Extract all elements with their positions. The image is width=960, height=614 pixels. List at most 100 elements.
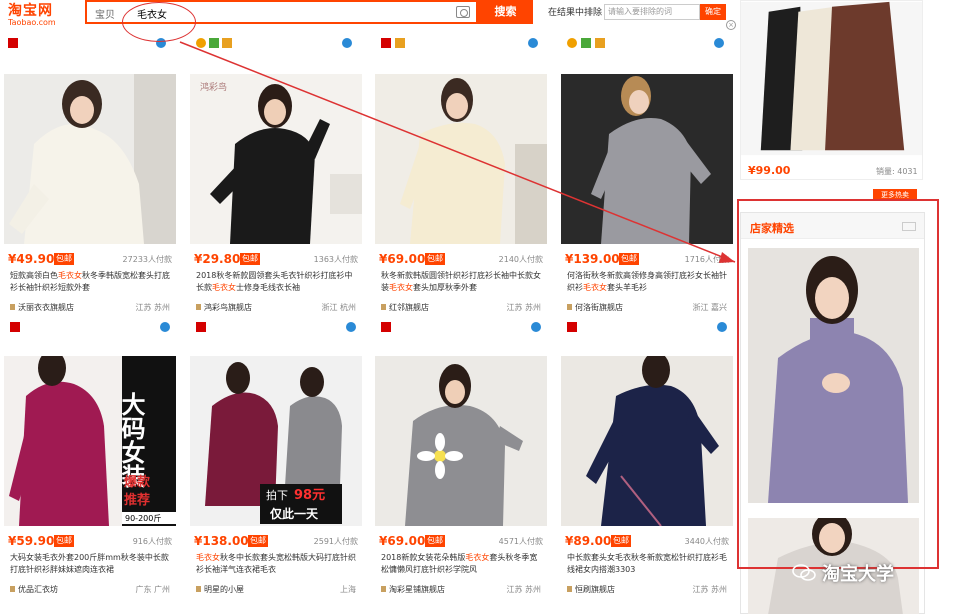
search-button[interactable]: 搜索 — [478, 0, 533, 24]
exclude-input[interactable]: 请输入要排除的词 — [604, 4, 700, 20]
shop-name[interactable]: 红邻旗舰店 — [381, 302, 429, 313]
watermark-text: 淘宝大学 — [822, 564, 894, 585]
guarantee-icon — [581, 38, 591, 48]
wangwang-icon[interactable] — [528, 38, 538, 48]
tmall-icon — [8, 38, 18, 48]
product-title[interactable]: 2018新款女装花朵韩版毛衣女套头秋冬季宽松慵懒风打底针织衫学院风 — [381, 552, 543, 578]
product-title[interactable]: 2018秋冬新款圆领套头毛衣针织衫打底衫中长款毛衣女士修身毛线衣长袖 — [196, 270, 358, 296]
shop-name[interactable]: 淘彩星铺旗舰店 — [381, 584, 445, 595]
price: ¥138.00 — [194, 534, 249, 548]
sales-count: 3440人付款 — [684, 537, 729, 546]
promo-hot-1: 爆款 — [124, 474, 151, 490]
product-title[interactable]: 短款高领白色毛衣女秋冬季韩版宽松套头打底衫长袖针织衫短款外套 — [10, 270, 172, 296]
product-image[interactable]: 拍下 98元 仅此一天 — [190, 356, 362, 526]
product-image[interactable] — [375, 356, 547, 526]
product-title[interactable]: 毛衣女秋冬中长款套头宽松韩版大码打底针织衫长袖洋气连衣裙毛衣 — [196, 552, 358, 578]
taobao-logo[interactable]: 淘宝网 Taobao.com — [8, 0, 70, 27]
free-shipping-badge: 包邮 — [248, 535, 268, 547]
title-keyword: 毛衣女 — [196, 553, 220, 562]
search-results-page: 淘宝网 Taobao.com 宝贝 毛衣女 搜索 在结果中排除 请输入要排除的词… — [0, 0, 960, 614]
title-text: 秋冬中长款套头宽松韩版大码打底针织衫长袖洋气连衣裙毛衣 — [196, 553, 356, 574]
recommended-product-card[interactable] — [740, 0, 923, 180]
wechat-icon — [792, 564, 816, 581]
free-shipping-badge: 包邮 — [425, 535, 445, 547]
title-keyword: 毛衣女 — [583, 283, 607, 292]
product-image[interactable] — [4, 74, 176, 244]
shop-name[interactable]: 明星的小屋 — [196, 584, 244, 595]
title-text: 套头加厚秋季外套 — [413, 283, 477, 292]
sales-count: 4571人付款 — [498, 537, 543, 546]
tmall-icon — [10, 322, 20, 332]
sales-count: 2591人付款 — [313, 537, 358, 546]
shop-name[interactable]: 何洛街旗舰店 — [567, 302, 623, 313]
product-photo: 大码女装 爆款 推荐 90-200斤 — [4, 356, 176, 526]
product-photo — [561, 74, 733, 244]
wangwang-icon[interactable] — [160, 322, 170, 332]
product-card[interactable]: 大码女装 爆款 推荐 90-200斤 ¥59.90 包邮 916人付款 大码女装… — [4, 356, 176, 614]
wangwang-icon[interactable] — [342, 38, 352, 48]
crown-icon — [196, 38, 206, 48]
product-title[interactable]: 中长款套头女毛衣秋冬新款宽松针织打底衫毛线裙女内搭潮3303 — [567, 552, 729, 578]
title-keyword: 毛衣女 — [58, 271, 82, 280]
cert-icon — [222, 38, 232, 48]
price: ¥69.00 — [379, 534, 426, 548]
camera-icon[interactable] — [456, 6, 470, 18]
search-tab-items[interactable]: 宝贝 — [95, 6, 115, 21]
logo-main-text: 淘宝网 — [8, 3, 53, 19]
product-card[interactable]: ¥69.00 包邮 4571人付款 2018新款女装花朵韩版毛衣女套头秋冬季宽松… — [375, 356, 547, 614]
product-photo: 拍下 98元 仅此一天 — [190, 356, 362, 526]
deal-prefix: 拍下 — [266, 488, 288, 502]
sales-count: 916人付款 — [132, 537, 172, 546]
product-card[interactable]: ¥69.00 包邮 2140人付款 秋冬新款韩版圆领针织衫打底衫长袖中长款女装毛… — [375, 74, 547, 342]
shop-name[interactable]: 优品汇衣坊 — [10, 584, 58, 595]
product-card[interactable]: ¥49.90 包邮 27233人付款 短款高领白色毛衣女秋冬季韩版宽松套头打底衫… — [4, 74, 176, 342]
title-keyword: 毛衣女 — [465, 553, 490, 562]
wangwang-icon[interactable] — [714, 38, 724, 48]
location: 浙江 杭州 — [321, 303, 356, 312]
product-title[interactable]: 秋冬新款韩版圆领针织衫打底衫长袖中长款女装毛衣女套头加厚秋季外套 — [381, 270, 543, 296]
product-title[interactable]: 何洛街秋冬新款高领修身高领打底衫女长袖针织衫毛衣女套头羊毛衫 — [567, 270, 729, 296]
location: 江苏 苏州 — [135, 303, 170, 312]
location: 上海 — [340, 585, 356, 594]
free-shipping-badge: 包邮 — [54, 535, 74, 547]
exclude-confirm-button[interactable]: 确定 — [700, 4, 726, 20]
product-image[interactable] — [561, 356, 733, 526]
recommended-price: ¥99.00 — [748, 164, 791, 177]
wangwang-icon[interactable] — [717, 322, 727, 332]
price: ¥49.90 — [8, 252, 55, 266]
watermark-text: 鸿彩鸟 — [200, 81, 227, 93]
product-title[interactable]: 大码女装毛衣外套200斤胖mm秋冬装中长款打底针织衫胖妹妹遮肉连衣裙 — [10, 552, 172, 578]
promo-hot-2: 推荐 — [124, 492, 150, 508]
product-card[interactable]: 拍下 98元 仅此一天 ¥138.00 包邮 2591人付款 毛衣女秋冬中长款套… — [190, 356, 362, 614]
product-image[interactable]: 鸿彩鸟 — [190, 74, 362, 244]
product-card[interactable]: 鸿彩鸟 ¥29.80 包邮 1363人付款 2018秋冬新款圆领套头毛衣针织衫打… — [190, 74, 362, 342]
crown-icon — [567, 38, 577, 48]
title-keyword: 毛衣女 — [389, 283, 413, 292]
wangwang-icon[interactable] — [346, 322, 356, 332]
recommended-sales: 销量: 4031 — [876, 167, 918, 176]
deal-price: 98元 — [294, 488, 325, 503]
location: 江苏 苏州 — [506, 303, 541, 312]
title-text: 2018新款女装花朵韩版 — [381, 553, 466, 562]
shop-name[interactable]: 恒刷旗舰店 — [567, 584, 615, 595]
annotation-box — [737, 199, 939, 569]
badge-row — [567, 322, 727, 334]
product-photo — [4, 74, 176, 244]
product-photo — [375, 74, 547, 244]
shop-name[interactable]: 沃丽衣衣旗舰店 — [10, 302, 74, 313]
title-keyword: 毛衣女 — [212, 283, 236, 292]
product-photo — [741, 1, 922, 156]
product-image[interactable]: 大码女装 爆款 推荐 90-200斤 — [4, 356, 176, 526]
location: 广东 广州 — [135, 585, 170, 594]
product-card[interactable]: ¥139.00 包邮 1716人付款 何洛街秋冬新款高领修身高领打底衫女长袖针织… — [561, 74, 733, 342]
wangwang-icon[interactable] — [531, 322, 541, 332]
close-icon[interactable]: × — [726, 20, 736, 30]
sales-count: 27233人付款 — [122, 255, 172, 264]
free-shipping-badge: 包邮 — [619, 253, 639, 265]
product-image[interactable] — [375, 74, 547, 244]
tmall-icon — [381, 38, 391, 48]
product-card[interactable]: ¥89.00 包邮 3440人付款 中长款套头女毛衣秋冬新款宽松针织打底衫毛线裙… — [561, 356, 733, 614]
shop-name[interactable]: 鸿彩鸟旗舰店 — [196, 302, 252, 313]
badge-row — [196, 322, 356, 334]
product-image[interactable] — [561, 74, 733, 244]
